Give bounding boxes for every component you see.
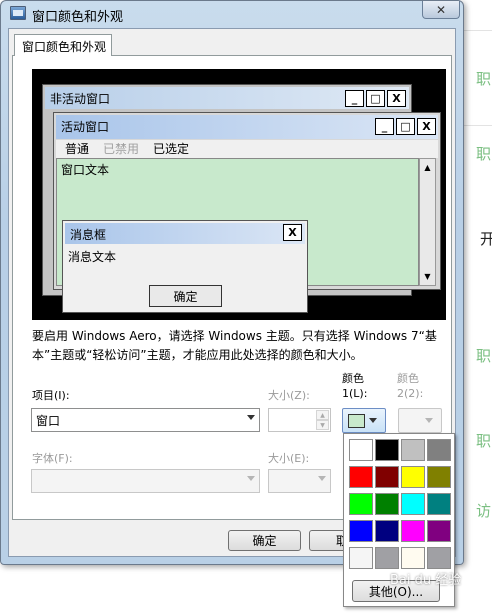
color-swatch-cell[interactable] [401,493,425,515]
maximize-icon: □ [396,118,415,135]
color2-label-line1: 颜色 [397,372,419,385]
color-swatch-cell[interactable] [349,493,373,515]
color-swatch-cell[interactable] [401,466,425,488]
close-icon: X [387,90,406,107]
minimize-icon: _ [375,118,394,135]
chevron-down-icon [247,415,255,420]
color-swatch-cell[interactable] [401,439,425,461]
divider [464,30,492,31]
background-text: 访 [476,502,492,520]
color-swatch-cell[interactable] [427,466,451,488]
item-select[interactable]: 窗口 [31,408,260,432]
message-ok-button[interactable]: 确定 [149,285,222,307]
chevron-down-icon [318,476,326,481]
color-swatch-cell[interactable] [427,547,451,569]
title-bar[interactable]: 窗口颜色和外观 ✕ [1,1,465,27]
color-swatch-cell[interactable] [427,439,451,461]
background-text: 开 [480,230,492,248]
font-label: 字体(F): [32,452,73,465]
caption-buttons: _ □ X [345,90,406,107]
color-swatch-cell[interactable] [349,520,373,542]
color-swatch-cell[interactable] [401,547,425,569]
color-swatch-cell[interactable] [349,466,373,488]
background-text: 职 [476,70,492,88]
caption-buttons: _ □ X [375,118,436,135]
watermark: Bai du 经验 [390,573,462,588]
menu-item-selected[interactable]: 已选定 [153,140,189,158]
maximize-icon: □ [366,90,385,107]
color-swatch [348,414,365,428]
close-icon: X [283,224,302,241]
color1-picker-button[interactable] [342,408,386,433]
minimize-icon: _ [345,90,364,107]
color-swatch-cell[interactable] [401,520,425,542]
color2-label-line2: 2(2): [397,387,424,400]
item-label: 项目(I): [32,389,70,402]
preview-menu-bar: 普通 已禁用 已选定 [56,140,438,158]
font-select[interactable] [31,469,260,493]
close-button[interactable]: ✕ [422,1,460,19]
size-label: 大小(Z): [268,389,310,402]
color-swatch-cell[interactable] [375,439,399,461]
color-swatch-cell[interactable] [375,493,399,515]
color-swatch-cell[interactable] [375,520,399,542]
inactive-window-title: 非活动窗口 [50,92,111,106]
color1-label-line1: 颜色 [342,372,364,385]
chevron-down-icon [425,418,433,423]
window-icon [10,6,26,20]
background-text: 职 [476,347,492,365]
close-icon: X [417,118,436,135]
chevron-down-icon [369,418,377,423]
color-swatch-cell[interactable] [427,520,451,542]
color1-label-line2: 1(L): [342,387,368,400]
window-text-label: 窗口文本 [61,163,110,177]
color-swatch-cell[interactable] [349,547,373,569]
color-swatch-cell[interactable] [375,547,399,569]
vertical-scrollbar[interactable]: ▲ ▼ [419,158,436,286]
chevron-down-icon [247,476,255,481]
background-text: 职 [476,432,492,450]
size-spinner[interactable]: ▲ ▼ [268,408,331,432]
active-window-title: 活动窗口 [61,120,110,134]
message-box-title: 消息框 [70,228,107,242]
active-title-bar[interactable]: 活动窗口 _ □ X [56,115,438,139]
divider [464,125,492,126]
inactive-title-bar[interactable]: 非活动窗口 _ □ X [45,87,409,109]
background-text: 职 [476,145,492,163]
color-swatch-cell[interactable] [375,466,399,488]
scroll-down-icon[interactable]: ▼ [422,270,433,283]
color-swatch-cell[interactable] [427,493,451,515]
spin-up-icon[interactable]: ▲ [316,410,329,420]
info-text: 要启用 Windows Aero，请选择 Windows 主题。只有选择 Win… [32,329,437,362]
item-select-value: 窗口 [36,414,61,428]
color2-picker-button[interactable] [398,408,442,433]
window-title: 窗口颜色和外观 [32,10,124,25]
menu-item-disabled[interactable]: 已禁用 [103,140,139,158]
ok-button[interactable]: 确定 [228,530,301,551]
font-size-select[interactable] [268,469,331,493]
message-box-title-bar[interactable]: 消息框 X [65,223,305,244]
menu-item-normal[interactable]: 普通 [65,140,89,158]
font-size-label: 大小(E): [268,452,310,465]
message-box-preview[interactable]: 消息框 X 消息文本 确定 [62,220,308,313]
color-swatch-cell[interactable] [349,439,373,461]
tab-window-color[interactable]: 窗口颜色和外观 [14,34,112,56]
scroll-up-icon[interactable]: ▲ [422,161,433,174]
message-text: 消息文本 [68,250,117,264]
spin-down-icon[interactable]: ▼ [316,420,329,430]
